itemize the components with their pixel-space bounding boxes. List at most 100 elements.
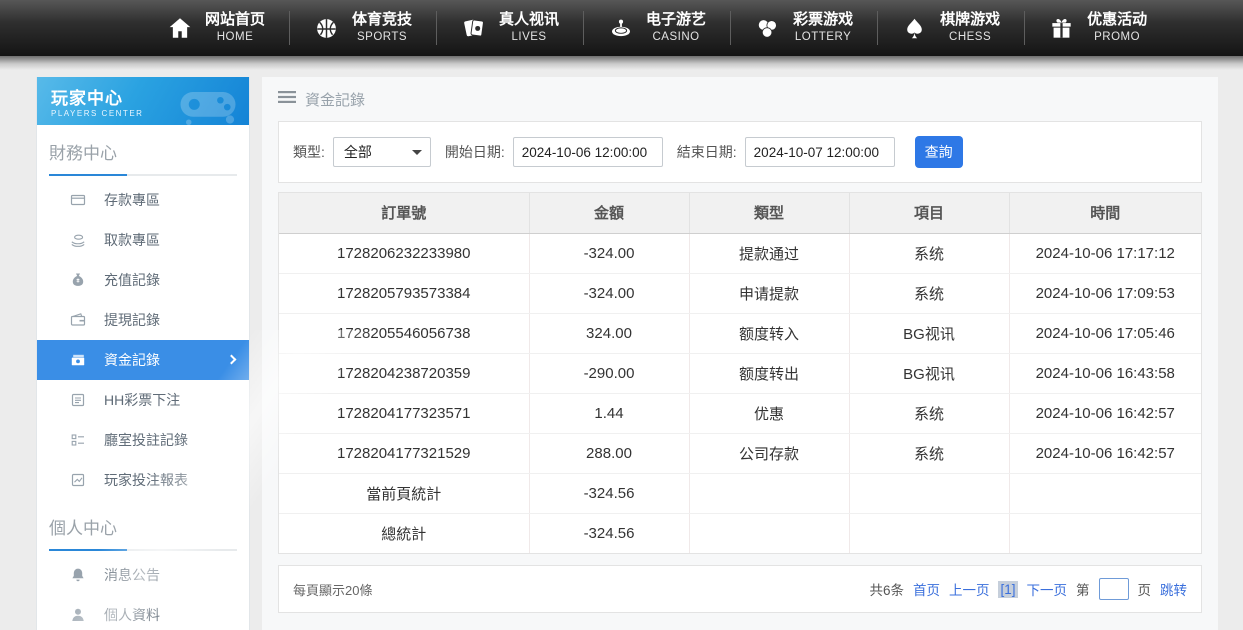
nav-item-lives[interactable]: 真人视讯LIVES <box>436 6 583 50</box>
sidebar-item-hh-lottery-bets[interactable]: HH彩票下注 <box>37 380 249 420</box>
cell-item: BG视讯 <box>849 313 1009 353</box>
nav-label-en: CHESS <box>949 30 991 44</box>
cell-order-no: 1728204177323571 <box>279 393 529 433</box>
kanban-icon <box>69 432 86 449</box>
list-doc-icon <box>69 392 86 409</box>
nav-label-zh: 真人视讯 <box>499 11 559 30</box>
nav-label-en: PROMO <box>1094 30 1140 44</box>
cell-amount: -324.00 <box>529 233 689 273</box>
sidebar-item-recharge-records[interactable]: 充值記錄 <box>37 260 249 300</box>
sidebar-item-announcements[interactable]: 消息公告 <box>37 555 249 595</box>
table-row: 1728204238720359-290.00额度转出BG视讯2024-10-0… <box>279 353 1201 393</box>
cell-time: 2024-10-06 16:42:57 <box>1009 393 1201 433</box>
nav-item-promo[interactable]: 优惠活动PROMO <box>1024 6 1171 50</box>
cell-summary-label: 總統計 <box>279 513 529 553</box>
summary-row-total: 總統計-324.56 <box>279 513 1201 553</box>
search-button[interactable]: 查詢 <box>915 136 963 168</box>
sidebar-header: 玩家中心 PLAYERS CENTER <box>37 77 249 125</box>
cell-time: 2024-10-06 16:42:57 <box>1009 433 1201 473</box>
gamepad-watermark-icon <box>175 81 241 125</box>
bell-icon <box>69 567 86 584</box>
sidebar-item-label: 資金記錄 <box>104 350 160 370</box>
cell-summary-amount: -324.56 <box>529 473 689 513</box>
type-select-wrap: 全部 <box>333 137 431 167</box>
section-divider <box>49 174 237 176</box>
cell-amount: 324.00 <box>529 313 689 353</box>
nav-item-sports[interactable]: 体育竞技SPORTS <box>289 6 436 50</box>
nav-item-lottery[interactable]: 彩票游戏LOTTERY <box>730 6 877 50</box>
player-center-sidebar: 玩家中心 PLAYERS CENTER 財務中心 存款專區 取款專區 充值記錄 … <box>36 77 250 630</box>
prev-page-link[interactable]: 上一页 <box>949 579 990 599</box>
section-divider <box>49 549 237 551</box>
cell-type: 优惠 <box>689 393 849 433</box>
col-header-time: 時間 <box>1009 193 1201 233</box>
section-heading-personal: 個人中心 <box>37 500 249 545</box>
page-jump-input[interactable] <box>1099 578 1129 600</box>
sidebar-item-withdraw-zone[interactable]: 取款專區 <box>37 220 249 260</box>
nav-label-zh: 网站首页 <box>205 11 265 30</box>
cell-type: 额度转出 <box>689 353 849 393</box>
cell-order-no: 1728205793573384 <box>279 273 529 313</box>
live-cards-icon <box>460 15 487 42</box>
sidebar-item-label: 充值記錄 <box>104 270 160 290</box>
funds-record-table: 訂單號 金額 類型 項目 時間 1728206232233980-324.00提… <box>278 192 1202 554</box>
deposit-card-icon <box>69 192 86 209</box>
cell-item: 系统 <box>849 433 1009 473</box>
cell-type: 申请提款 <box>689 273 849 313</box>
table-header-row: 訂單號 金額 類型 項目 時間 <box>279 193 1201 233</box>
end-date-input[interactable] <box>745 137 895 167</box>
nav-label-zh: 棋牌游戏 <box>940 11 1000 30</box>
cell-empty <box>689 473 849 513</box>
cell-time: 2024-10-06 16:43:58 <box>1009 353 1201 393</box>
cell-item: BG视讯 <box>849 353 1009 393</box>
cell-time: 2024-10-06 17:09:53 <box>1009 273 1201 313</box>
breadcrumb: 資金記錄 <box>278 77 1202 121</box>
nav-item-chess[interactable]: 棋牌游戏CHESS <box>877 6 1024 50</box>
roulette-icon <box>607 15 634 42</box>
cell-empty <box>689 513 849 553</box>
sports-icon <box>313 15 340 42</box>
start-date-input[interactable] <box>513 137 663 167</box>
nav-shadow <box>0 56 1243 70</box>
table-row: 1728205546056738324.00额度转入BG视讯2024-10-06… <box>279 313 1201 353</box>
table-row: 1728206232233980-324.00提款通过系统2024-10-06 … <box>279 233 1201 273</box>
cell-type: 公司存款 <box>689 433 849 473</box>
sidebar-item-room-bet-records[interactable]: 廳室投註記錄 <box>37 420 249 460</box>
sidebar-item-label: 存款專區 <box>104 190 160 210</box>
start-date-label: 開始日期: <box>445 142 505 162</box>
sidebar-item-label: 消息公告 <box>104 565 160 585</box>
cell-type: 提款通过 <box>689 233 849 273</box>
page-title: 資金記錄 <box>305 89 365 110</box>
cell-order-no: 1728204238720359 <box>279 353 529 393</box>
nav-item-home[interactable]: 网站首页HOME <box>142 6 289 50</box>
sidebar-item-player-bet-report[interactable]: 玩家投注報表 <box>37 460 249 500</box>
total-count-text: 共6条 <box>869 579 904 599</box>
sidebar-item-withdraw-records[interactable]: 提現記錄 <box>37 300 249 340</box>
col-header-type: 類型 <box>689 193 849 233</box>
type-select[interactable]: 全部 <box>333 137 431 167</box>
sidebar-item-label: 取款專區 <box>104 230 160 250</box>
next-page-link[interactable]: 下一页 <box>1027 579 1068 599</box>
spade-icon <box>901 15 928 42</box>
hamburger-icon[interactable] <box>278 90 296 108</box>
jump-suffix-text: 页 <box>1138 579 1152 599</box>
nav-label-zh: 优惠活动 <box>1087 11 1147 30</box>
cell-type: 额度转入 <box>689 313 849 353</box>
nav-label-en: CASINO <box>653 30 700 44</box>
sidebar-item-profile[interactable]: 個人資料 <box>37 595 249 630</box>
main-content: 資金記錄 類型: 全部 開始日期: 結束日期: 查詢 訂單號 <box>262 77 1218 630</box>
sidebar-item-funds-records[interactable]: 資金記錄 <box>37 340 249 380</box>
jump-button[interactable]: 跳转 <box>1160 579 1187 599</box>
col-header-amount: 金額 <box>529 193 689 233</box>
sidebar-item-label: 提現記錄 <box>104 310 160 330</box>
cell-order-no: 1728205546056738 <box>279 313 529 353</box>
home-icon <box>166 15 193 42</box>
gift-icon <box>1048 15 1075 42</box>
sidebar-item-deposit-zone[interactable]: 存款專區 <box>37 180 249 220</box>
per-page-text: 每頁顯示20條 <box>293 580 372 599</box>
cell-amount: -324.00 <box>529 273 689 313</box>
nav-item-casino[interactable]: 电子游艺CASINO <box>583 6 730 50</box>
first-page-link[interactable]: 首页 <box>913 579 940 599</box>
summary-row-current-page: 當前頁統計-324.56 <box>279 473 1201 513</box>
nav-label-en: SPORTS <box>357 30 407 44</box>
